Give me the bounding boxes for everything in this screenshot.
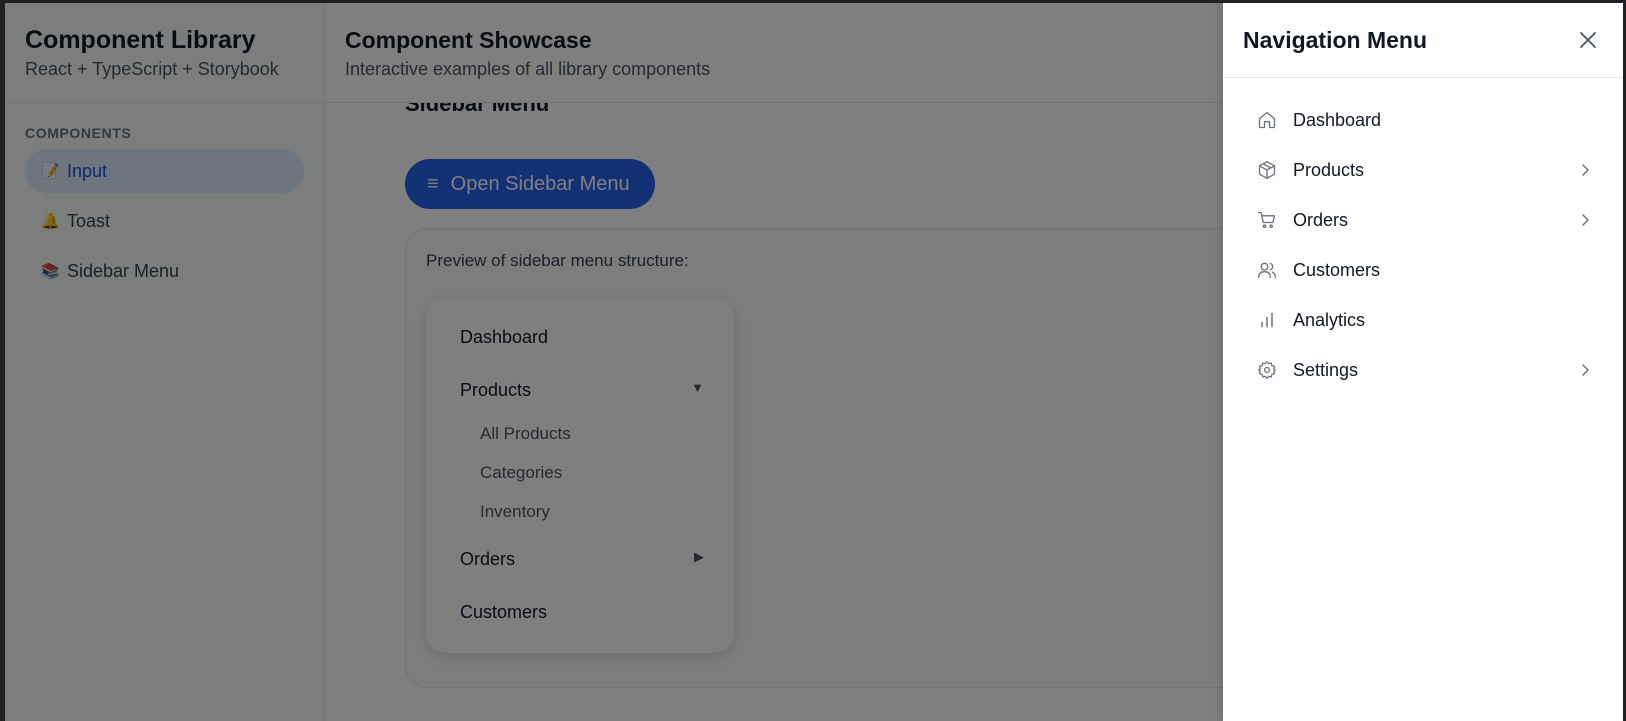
drawer-item-orders[interactable]: Orders [1223, 195, 1623, 245]
chevron-right-icon [1582, 214, 1589, 226]
drawer-title: Navigation Menu [1243, 26, 1428, 53]
drawer-item-analytics[interactable]: Analytics [1223, 295, 1623, 345]
drawer-item-settings[interactable]: Settings [1223, 345, 1623, 395]
home-icon [1258, 111, 1276, 129]
navigation-drawer: Navigation Menu Dashboard Products Order… [1223, 3, 1623, 721]
gear-icon [1258, 361, 1276, 379]
users-icon [1258, 262, 1276, 279]
drawer-header: Navigation Menu [1223, 3, 1623, 78]
close-icon [1580, 32, 1596, 48]
drawer-item-products[interactable]: Products [1223, 145, 1623, 195]
drawer-item-dashboard[interactable]: Dashboard [1223, 95, 1623, 145]
drawer-item-label: Settings [1293, 359, 1359, 380]
drawer-menu: Dashboard Products Orders Customers Anal… [1223, 78, 1623, 395]
drawer-item-customers[interactable]: Customers [1223, 245, 1623, 295]
chevron-right-icon [1582, 364, 1589, 376]
drawer-item-label: Analytics [1293, 309, 1366, 330]
drawer-item-label: Dashboard [1293, 109, 1382, 130]
close-button[interactable] [1573, 25, 1603, 55]
cart-icon [1258, 211, 1276, 229]
drawer-item-label: Orders [1293, 209, 1349, 230]
bar-chart-icon [1261, 312, 1273, 328]
drawer-item-label: Customers [1293, 259, 1381, 280]
box-icon [1258, 161, 1276, 179]
chevron-right-icon [1582, 164, 1589, 176]
drawer-item-label: Products [1293, 159, 1365, 180]
app-window: Component Library React + TypeScript + S… [5, 3, 1623, 721]
